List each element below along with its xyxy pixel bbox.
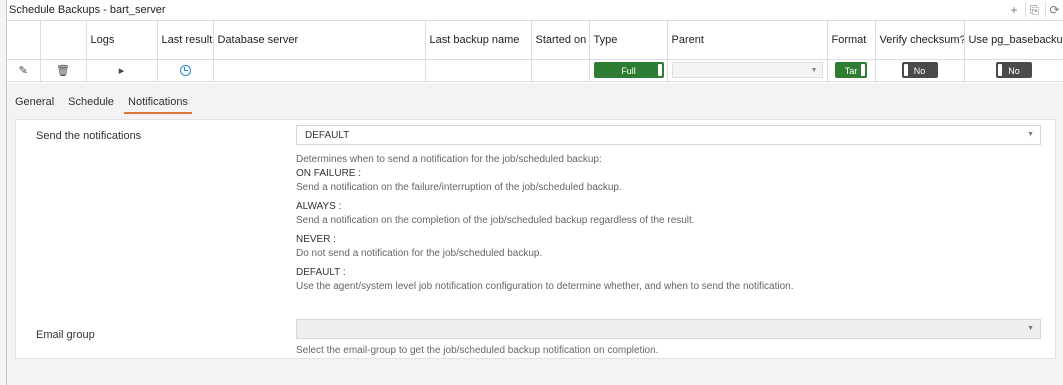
tab-general[interactable]: General	[15, 96, 54, 114]
type-toggle[interactable]: Full	[593, 62, 664, 78]
header-delete	[40, 21, 87, 60]
save-icon[interactable]: ⎘	[1025, 2, 1043, 18]
header-format[interactable]: Format	[827, 21, 876, 60]
schedule-backups-panel: Schedule Backups - bart_server + ⎘ ⟳ Log…	[6, 0, 1063, 385]
header-use-pg-basebackup[interactable]: Use pg_basebackup?	[964, 21, 1063, 60]
panel-title: Schedule Backups - bart_server	[9, 4, 166, 16]
delete-icon[interactable]: 🗑	[56, 65, 70, 77]
help-option-desc: Use the agent/system level job notificat…	[296, 281, 794, 292]
help-option-desc: Send a notification on the failure/inter…	[296, 182, 622, 193]
clock-icon	[179, 64, 191, 76]
edit-icon[interactable]: ✎	[19, 65, 28, 77]
grid-header-row: Logs Last result Database server Last ba…	[7, 21, 1063, 60]
help-intro: Determines when to send a notification f…	[296, 154, 602, 165]
header-edit	[7, 21, 41, 60]
backups-grid: Logs Last result Database server Last ba…	[7, 21, 1063, 82]
help-option-desc: Do not send a notification for the job/s…	[296, 248, 543, 259]
send-notifications-select[interactable]: DEFAULT ▼	[296, 125, 1041, 145]
table-row: ✎ 🗑 ▸ Full ▼ Tar No No	[7, 59, 1063, 82]
help-option-name: DEFAULT :	[296, 267, 346, 278]
panel-toolbar: + ⎘ ⟳	[1005, 2, 1063, 18]
header-type[interactable]: Type	[589, 21, 668, 60]
format-toggle[interactable]: Tar	[835, 62, 867, 78]
tab-schedule[interactable]: Schedule	[68, 96, 114, 114]
header-parent[interactable]: Parent	[667, 21, 828, 60]
header-last-backup-name[interactable]: Last backup name	[425, 21, 532, 60]
help-option-name: NEVER :	[296, 234, 337, 245]
email-group-label: Email group	[36, 329, 95, 341]
help-option-desc: Send a notification on the completion of…	[296, 215, 695, 226]
parent-select[interactable]: ▼	[671, 62, 823, 78]
header-last-result[interactable]: Last result	[157, 21, 214, 60]
notifications-panel: Send the notifications DEFAULT ▼ Determi…	[15, 119, 1056, 359]
header-verify-checksum[interactable]: Verify checksum?	[875, 21, 965, 60]
add-icon[interactable]: +	[1005, 2, 1023, 18]
chevron-down-icon: ▼	[1027, 325, 1034, 332]
chevron-down-icon: ▼	[810, 66, 818, 74]
cell-database-server[interactable]	[213, 59, 426, 82]
header-database-server[interactable]: Database server	[213, 21, 426, 60]
cell-last-backup-name	[425, 59, 532, 82]
verify-checksum-toggle[interactable]: No	[901, 62, 938, 78]
editor-tabs: General Schedule Notifications	[15, 96, 192, 114]
send-notifications-label: Send the notifications	[36, 130, 142, 142]
email-group-select[interactable]: ▼	[296, 319, 1041, 339]
header-logs[interactable]: Logs	[86, 21, 158, 60]
expand-logs-icon[interactable]: ▸	[119, 65, 125, 77]
row-editor: General Schedule Notifications Send the …	[7, 83, 1063, 385]
help-option-name: ALWAYS :	[296, 201, 342, 212]
chevron-down-icon: ▼	[1027, 131, 1034, 138]
header-started-on[interactable]: Started on	[531, 21, 590, 60]
send-notifications-help: Determines when to send a notification f…	[296, 153, 794, 294]
send-notifications-value: DEFAULT	[305, 130, 350, 141]
panel-titlebar: Schedule Backups - bart_server + ⎘ ⟳	[7, 0, 1063, 21]
email-group-help: Select the email-group to get the job/sc…	[296, 345, 659, 356]
cell-started-on	[531, 59, 590, 82]
tab-notifications[interactable]: Notifications	[124, 96, 192, 114]
refresh-icon[interactable]: ⟳	[1045, 2, 1063, 18]
help-option-name: ON FAILURE :	[296, 168, 362, 179]
pg-basebackup-toggle[interactable]: No	[996, 62, 1032, 78]
